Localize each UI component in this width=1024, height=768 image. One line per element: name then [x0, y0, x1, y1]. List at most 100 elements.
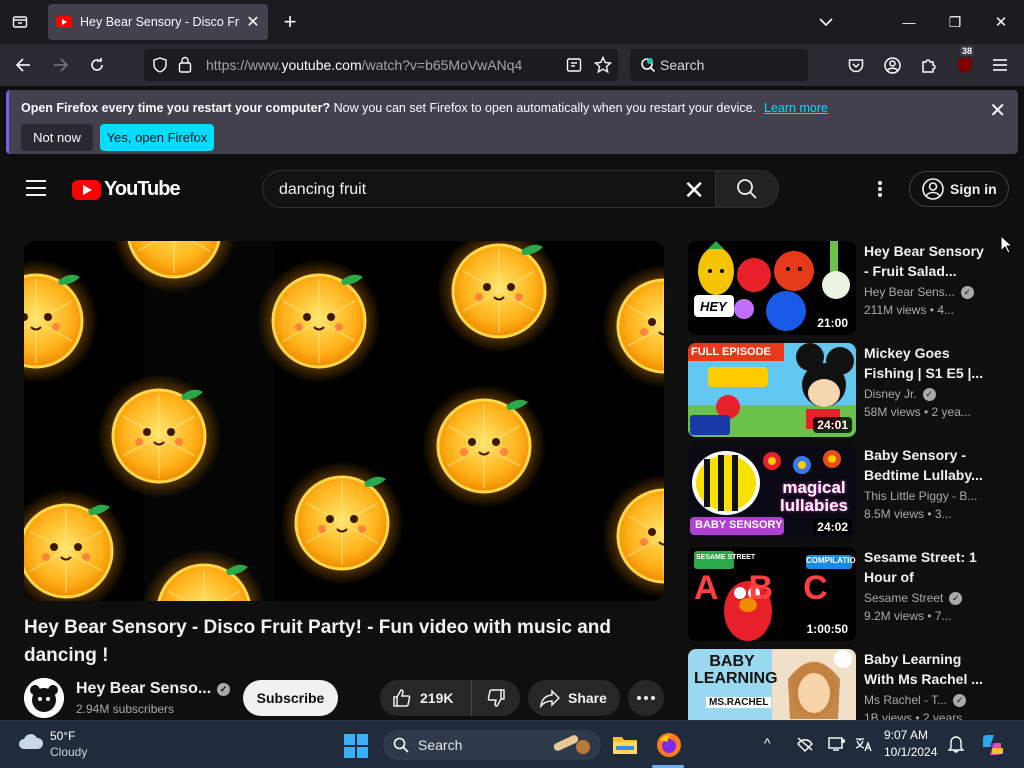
yes-open-firefox-button[interactable]: Yes, open Firefox [100, 124, 214, 151]
weather-temperature[interactable]: 50°F [50, 729, 75, 743]
notification-close-icon[interactable]: ✕ [989, 98, 1006, 123]
recommended-channel: This Little Piggy - B... [864, 489, 978, 503]
list-all-tabs-icon[interactable] [816, 12, 836, 32]
clock-time[interactable]: 9:07 AM [884, 728, 928, 742]
language-icon[interactable] [854, 736, 872, 757]
video-duration: 24:01 [813, 417, 852, 433]
network-icon[interactable] [796, 736, 814, 757]
video-thumbnail[interactable]: HEY 21:00 [688, 241, 856, 335]
thumbnail-text: magical lullabies [779, 478, 849, 515]
firefox-taskbar-icon[interactable] [656, 732, 682, 763]
ublock-extension-icon[interactable]: 38 [954, 46, 976, 76]
video-duration: 1:00:50 [802, 621, 852, 637]
video-title: Hey Bear Sensory - Disco Fruit Party! - … [24, 617, 612, 666]
recommended-video[interactable]: SESAME STREET COMPILATION ABC 1:00:50 Se… [688, 547, 1008, 641]
youtube-favicon-icon [56, 16, 72, 28]
new-tab-button[interactable]: + [280, 9, 300, 34]
verified-badge-icon: ✓ [949, 592, 963, 605]
share-icon [540, 689, 560, 708]
copilot-icon[interactable] [980, 733, 1004, 762]
tab-title: Hey Bear Sensory - Disco Fruit Party! [80, 15, 240, 29]
guide-menu-icon[interactable] [26, 180, 46, 196]
default-browser-notification: Open Firefox every time you restart your… [6, 90, 1018, 154]
minimize-button[interactable]: — [898, 12, 920, 32]
pocket-icon[interactable] [846, 55, 866, 75]
not-now-button[interactable]: Not now [21, 124, 93, 151]
recommended-channel: Hey Bear Sens... ✓ [864, 285, 974, 299]
video-thumbnail[interactable]: BABY LEARNING MS.RACHEL [688, 649, 856, 720]
display-icon[interactable] [828, 736, 846, 757]
video-duration: 24:02 [813, 519, 852, 535]
sign-in-button[interactable]: Sign in [909, 171, 1009, 207]
recommended-meta: 1B views • 2 years... [864, 711, 973, 720]
tab-close-icon[interactable]: ✕ [246, 12, 260, 32]
recommended-video[interactable]: FULL EPISODE 24:01 Mickey Goes Fishing |… [688, 343, 1008, 437]
file-explorer-icon[interactable] [612, 732, 638, 761]
video-thumbnail[interactable]: SESAME STREET COMPILATION ABC 1:00:50 [688, 547, 856, 641]
search-icon [737, 179, 757, 199]
weather-cloud-icon[interactable] [18, 733, 44, 756]
menu-hamburger-icon[interactable] [990, 55, 1010, 75]
recommended-title[interactable]: Baby Sensory - Bedtime Lullaby... [864, 445, 984, 485]
verified-badge-icon: ✓ [960, 286, 974, 299]
recommended-title[interactable]: Baby Learning With Ms Rachel ... [864, 649, 984, 689]
extension-badge: 38 [960, 46, 975, 56]
reader-view-icon[interactable] [566, 57, 582, 78]
video-duration: 21:00 [813, 315, 852, 331]
more-actions-button[interactable] [628, 680, 664, 716]
back-button[interactable] [12, 54, 34, 76]
window-close-button[interactable]: ✕ [990, 12, 1012, 32]
show-hidden-icons-icon[interactable]: ^ [764, 735, 771, 751]
youtube-search-button[interactable] [715, 170, 779, 208]
recommended-title[interactable]: Mickey Goes Fishing | S1 E5 |... [864, 343, 984, 383]
recommended-video[interactable]: BABY LEARNING MS.RACHEL Baby Learning Wi… [688, 649, 1008, 720]
weather-condition[interactable]: Cloudy [50, 745, 87, 759]
reload-button[interactable] [86, 54, 108, 76]
share-button[interactable]: Share [528, 680, 620, 716]
thumbs-up-icon [393, 689, 411, 707]
recommended-video[interactable]: HEY 21:00 Hey Bear Sensory - Fruit Salad… [688, 241, 1008, 335]
bookmark-star-icon[interactable] [593, 55, 613, 79]
recommended-channel: Disney Jr. ✓ [864, 387, 936, 401]
search-engine-icon[interactable] [640, 57, 656, 78]
thumbs-down-icon [487, 689, 505, 707]
like-button[interactable]: 219K [380, 680, 472, 716]
recommended-title[interactable]: Sesame Street: 1 Hour of Alphabe... [864, 547, 984, 587]
maximize-button[interactable]: ❐ [944, 12, 966, 32]
url-bar[interactable]: https://www.youtube.com/watch?v=b65MoVwA… [144, 49, 618, 81]
tab-youtube[interactable]: Hey Bear Sensory - Disco Fruit Party! ✕ [48, 4, 268, 40]
notification-bell-icon[interactable] [947, 735, 965, 758]
recommended-title[interactable]: Hey Bear Sensory - Fruit Salad... [864, 241, 984, 281]
subscribe-button[interactable]: Subscribe [243, 680, 338, 716]
windows-start-icon[interactable] [344, 734, 368, 763]
thumbnail-badge: FULL EPISODE [691, 346, 771, 358]
youtube-search-input[interactable]: dancing fruit ✕ [262, 170, 716, 208]
dislike-button[interactable] [472, 680, 520, 716]
recommended-video[interactable]: magical lullabies BABY SENSORY 24:02 Bab… [688, 445, 1008, 539]
tab-list-icon[interactable] [10, 12, 30, 32]
verified-badge-icon: ✓ [953, 694, 967, 707]
search-icon [393, 737, 409, 753]
tracking-protection-icon[interactable] [152, 57, 168, 78]
recommended-meta: 58M views • 2 yea... [864, 405, 971, 419]
account-icon[interactable] [882, 55, 902, 75]
settings-more-icon[interactable] [870, 179, 890, 199]
channel-avatar[interactable] [24, 678, 64, 718]
lock-icon[interactable] [178, 56, 192, 78]
learn-more-link[interactable]: Learn more [764, 101, 828, 115]
video-player[interactable] [24, 241, 664, 601]
forward-button[interactable] [50, 54, 72, 76]
search-highlight-icon [553, 735, 590, 754]
tab-bar: Hey Bear Sensory - Disco Fruit Party! ✕ … [0, 0, 1024, 44]
extensions-icon[interactable] [918, 55, 938, 75]
channel-name[interactable]: Hey Bear Senso... ✓ [76, 680, 231, 698]
url-text[interactable]: https://www.youtube.com/watch?v=b65MoVwA… [206, 57, 522, 73]
taskbar-search[interactable]: Search [383, 730, 601, 760]
search-bar[interactable]: Search [630, 49, 808, 81]
video-thumbnail[interactable]: magical lullabies BABY SENSORY 24:02 [688, 445, 856, 539]
windows-taskbar: 50°F Cloudy Search ^ 9:07 AM 10/1/2024 [0, 720, 1024, 768]
clear-search-icon[interactable]: ✕ [683, 175, 705, 206]
video-thumbnail[interactable]: FULL EPISODE 24:01 [688, 343, 856, 437]
clock-date[interactable]: 10/1/2024 [884, 745, 937, 759]
youtube-logo[interactable]: YouTube [72, 178, 181, 201]
